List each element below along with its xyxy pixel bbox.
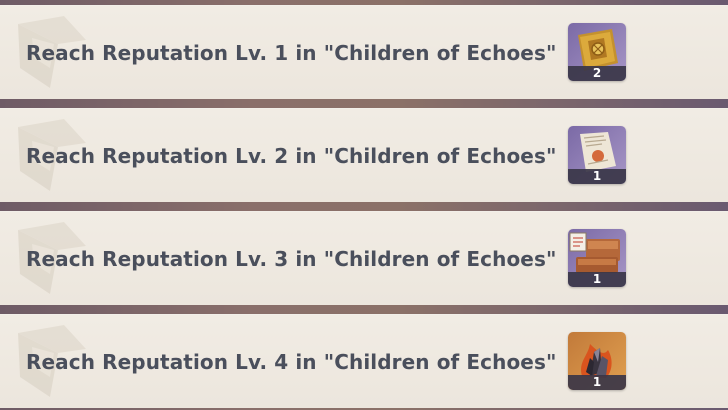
reward-item[interactable]: 2: [568, 23, 626, 81]
achievement-row: Reach Reputation Lv. 2 in "Children of E…: [0, 108, 728, 202]
achievement-row: Reach Reputation Lv. 1 in "Children of E…: [0, 5, 728, 99]
achievement-title: Reach Reputation Lv. 1 in "Children of E…: [26, 41, 557, 65]
reward-count: 2: [592, 66, 602, 80]
reward-item[interactable]: 1: [568, 126, 626, 184]
achievement-title: Reach Reputation Lv. 4 in "Children of E…: [26, 350, 557, 374]
reward-count: 1: [592, 169, 602, 183]
achievement-title: Reach Reputation Lv. 2 in "Children of E…: [26, 144, 557, 168]
achievement-title: Reach Reputation Lv. 3 in "Children of E…: [26, 247, 557, 271]
reward-item[interactable]: 1: [568, 229, 626, 287]
reward-item[interactable]: 1: [568, 332, 626, 390]
reward-count: 1: [592, 272, 602, 286]
reward-count: 1: [592, 375, 602, 389]
achievement-list: Reach Reputation Lv. 1 in "Children of E…: [0, 0, 728, 410]
achievement-row: Reach Reputation Lv. 3 in "Children of E…: [0, 211, 728, 305]
achievement-row: Reach Reputation Lv. 4 in "Children of E…: [0, 314, 728, 408]
